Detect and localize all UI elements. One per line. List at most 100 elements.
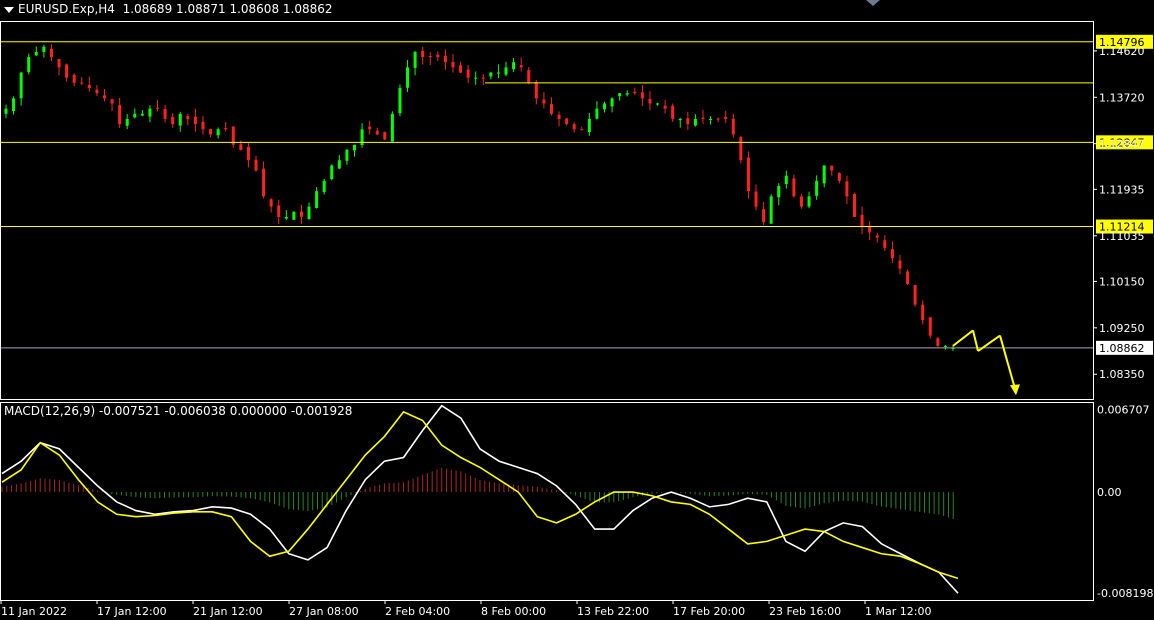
price-tick-label: 1.12847 — [1099, 138, 1145, 151]
candle-body — [837, 173, 841, 181]
candle-body — [549, 104, 553, 114]
candle-body — [792, 178, 796, 197]
menu-triangle-icon[interactable] — [4, 6, 14, 13]
time-tick-label: 13 Feb 22:00 — [577, 605, 649, 618]
candle-body — [42, 46, 46, 52]
candle-body — [739, 136, 743, 161]
candle-body — [315, 191, 319, 208]
candle-body — [724, 116, 728, 119]
projection-arrowhead-icon — [1010, 384, 1020, 396]
candle-body — [383, 132, 387, 140]
candle-body — [519, 65, 523, 68]
candle-body — [731, 118, 735, 135]
price-tick-label: 1.10150 — [1099, 275, 1145, 288]
time-tick-label: 2 Feb 04:00 — [385, 605, 450, 618]
macd-title: MACD(12,26,9) -0.007521 -0.006038 0.0000… — [4, 404, 353, 418]
candle-body — [474, 77, 478, 79]
candle-body — [390, 113, 394, 142]
candle-body — [140, 113, 144, 116]
price-tick-label: 1.11935 — [1099, 183, 1145, 196]
candle-body — [239, 144, 243, 150]
scroll-marker-icon — [866, 0, 880, 6]
candle-body — [557, 114, 561, 119]
candle-body — [663, 105, 667, 109]
candle-body — [625, 93, 629, 95]
macd-tick-label: 0.006707 — [1097, 403, 1150, 416]
candle-body — [671, 105, 675, 119]
candle-body — [12, 98, 16, 112]
candle-body — [193, 116, 197, 125]
candle-body — [769, 196, 773, 224]
candle-body — [224, 128, 228, 130]
candle-body — [337, 160, 341, 169]
candle-body — [678, 118, 682, 121]
candle-body — [34, 51, 38, 56]
time-tick-label: 17 Jan 12:00 — [97, 605, 167, 618]
time-tick-label: 27 Jan 08:00 — [289, 605, 359, 618]
candle-body — [913, 285, 917, 305]
candle-body — [87, 84, 91, 89]
candle-body — [777, 186, 781, 198]
time-tick-label: 23 Feb 16:00 — [769, 605, 841, 618]
candle-body — [102, 95, 106, 99]
candle-body — [928, 317, 932, 336]
candle-body — [299, 211, 303, 217]
candle-body — [209, 128, 213, 135]
candle-body — [148, 108, 152, 117]
candle-body — [572, 124, 576, 130]
candle-body — [57, 59, 61, 68]
projection-arrow — [977, 334, 1001, 352]
candle-body — [125, 118, 129, 126]
ohlc-values: 1.08689 1.08871 1.08608 1.08862 — [122, 2, 333, 16]
time-tick-label: 8 Feb 00:00 — [481, 605, 546, 618]
candle-body — [178, 113, 182, 126]
candle-body — [610, 98, 614, 107]
macd-tick-label: 0.00 — [1097, 486, 1122, 499]
candle-body — [595, 108, 599, 119]
candle-body — [466, 69, 470, 78]
candle-body — [648, 99, 652, 104]
candle-body — [451, 61, 455, 68]
candle-body — [603, 103, 607, 110]
candle-body — [709, 118, 713, 120]
candle-body — [512, 62, 516, 70]
price-pane-frame — [0, 21, 1094, 400]
time-tick-label: 1 Mar 12:00 — [865, 605, 931, 618]
candle-body — [246, 146, 250, 161]
candle-body — [398, 88, 402, 114]
candle-body — [890, 249, 894, 259]
macd-tick-label: -0.008198 — [1097, 587, 1153, 600]
trading-chart[interactable]: 1.147961.128471.112141.088621.146201.137… — [0, 0, 1154, 620]
candle-body — [799, 196, 803, 207]
candle-body — [883, 240, 887, 248]
candle-body — [701, 117, 705, 119]
candle-body — [4, 108, 8, 114]
price-tick-label: 1.09250 — [1099, 322, 1145, 335]
candle-body — [277, 205, 281, 217]
candle-body — [49, 48, 53, 58]
candle-body — [284, 216, 288, 219]
candle-body — [784, 175, 788, 185]
candle-body — [368, 126, 372, 130]
candle-body — [822, 165, 826, 184]
projection-arrow — [999, 335, 1017, 393]
candle-body — [27, 57, 31, 72]
candle-body — [504, 67, 508, 75]
candle-body — [807, 196, 811, 207]
candle-body — [118, 105, 122, 125]
candle-body — [352, 144, 356, 151]
candle-body — [618, 93, 622, 97]
candle-body — [254, 159, 258, 171]
candle-body — [413, 51, 417, 68]
candle-body — [587, 118, 591, 132]
candle-body — [292, 211, 296, 220]
candle-body — [860, 214, 864, 228]
candle-body — [762, 209, 766, 223]
candle-body — [110, 99, 114, 104]
candle-body — [171, 116, 175, 125]
candle-body — [156, 107, 160, 109]
price-tick-label: 1.13720 — [1099, 91, 1145, 104]
symbol-title: EURUSD.Exp,H4 1.08689 1.08871 1.08608 1.… — [4, 2, 333, 16]
candle-body — [565, 118, 569, 125]
candle-body — [375, 130, 379, 135]
